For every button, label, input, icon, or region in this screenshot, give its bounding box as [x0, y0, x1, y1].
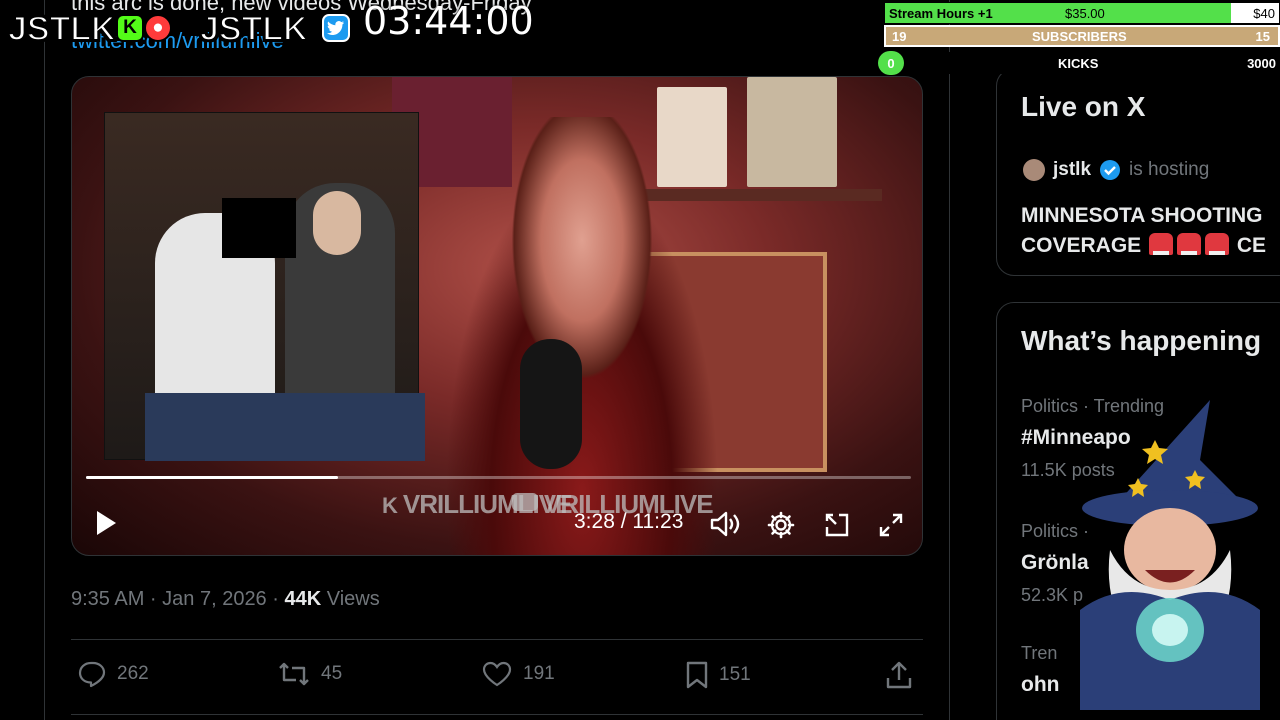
like-button[interactable]: 191 — [481, 660, 555, 688]
heart-icon — [482, 661, 512, 687]
video-time: 3:28 / 11:23 — [574, 510, 684, 533]
goal-bar-subscribers: 19 SUBSCRIBERS 15 — [884, 25, 1280, 47]
tweet-column: this arc is done, new videos Wednesday-F… — [44, 0, 950, 720]
views-label: Views — [326, 588, 380, 610]
video-player[interactable]: K VRILLIUMLIVE VRILLIUMLIVE 3:28 / 11:23 — [71, 76, 923, 556]
wizard-mascot — [1080, 400, 1260, 710]
subs-left-count: 19 — [892, 28, 907, 44]
reply-icon — [78, 661, 106, 688]
host-name[interactable]: jstlk — [1053, 159, 1091, 181]
share-button[interactable] — [885, 660, 913, 690]
play-icon[interactable] — [90, 507, 122, 539]
video-progress-fill — [86, 476, 338, 479]
inset-photo — [104, 112, 425, 461]
siren-icon — [1149, 233, 1174, 255]
kicks-target: 3000 — [1247, 55, 1276, 71]
picture-in-picture-icon[interactable] — [820, 509, 854, 541]
brand-kick-logo: JSTLK — [7, 9, 117, 49]
share-icon — [886, 661, 912, 689]
repost-icon — [279, 662, 309, 686]
host-suffix: is hosting — [1129, 159, 1210, 180]
video-progress-bar[interactable] — [86, 476, 911, 479]
host-line: jstlk is hosting — [1023, 159, 1209, 181]
repost-count: 45 — [321, 663, 343, 684]
host-avatar — [1023, 159, 1045, 181]
volume-icon[interactable] — [708, 509, 742, 539]
censor-box — [222, 198, 296, 258]
bookmark-button[interactable]: 151 — [685, 660, 751, 690]
live-card-title: Live on X — [1021, 91, 1146, 122]
goal-amount: $35.00 — [1065, 5, 1105, 21]
live-title-line1: MINNESOTA SHOOTING — [1021, 204, 1263, 227]
stream-timer: 03:44:00 — [363, 0, 534, 43]
divider — [71, 639, 923, 640]
settings-gear-icon[interactable] — [764, 509, 798, 541]
divider — [71, 714, 923, 715]
record-icon: ● — [144, 14, 172, 42]
reply-button[interactable]: 262 — [77, 660, 149, 688]
tweet-timestamp[interactable]: 9:35 AM · Jan 7, 2026 · — [71, 588, 279, 610]
subs-label: SUBSCRIBERS — [1032, 28, 1127, 44]
like-count: 191 — [523, 663, 555, 684]
tweet-meta: 9:35 AM · Jan 7, 2026 · 44K Views — [71, 588, 380, 611]
goal-label: Stream Hours +1 — [889, 5, 993, 21]
fullscreen-icon[interactable] — [874, 509, 908, 541]
inset-legs — [145, 393, 425, 461]
live-title-line2: COVERAGE CE — [1021, 231, 1266, 261]
live-on-x-card[interactable]: Live on X jstlk is hosting MINNESOTA SHO… — [996, 68, 1280, 276]
goal-bar-kicks: 0 KICKS 3000 — [878, 51, 1280, 75]
kicks-count: 0 — [878, 51, 904, 75]
goal-bar-stream-hours: Stream Hours +1 $35.00 $40 — [884, 2, 1280, 24]
microphone — [520, 339, 582, 469]
live-title-line2-text: COVERAGE — [1021, 234, 1142, 257]
bookmark-icon — [686, 661, 708, 689]
live-broadcast-title[interactable]: MINNESOTA SHOOTING COVERAGE CE — [1021, 201, 1266, 261]
reply-count: 262 — [117, 663, 149, 684]
goal-target: $40 — [1253, 5, 1275, 21]
siren-icon — [1205, 233, 1230, 255]
kicks-label: KICKS — [1058, 55, 1099, 71]
live-title-line2-suffix: CE — [1236, 234, 1267, 257]
trend-name[interactable]: ohn — [1021, 673, 1059, 697]
background-poster — [747, 77, 837, 187]
twitter-bird-icon — [322, 14, 350, 42]
whats-happening-title: What’s happening — [1021, 325, 1262, 356]
views-count: 44K — [284, 588, 322, 610]
trend-category: Tren — [1021, 643, 1058, 663]
repost-button[interactable]: 45 — [277, 660, 342, 688]
brand-twitter-logo: JSTLK_ — [199, 9, 328, 49]
verified-icon — [1100, 160, 1121, 180]
siren-icon — [1177, 233, 1202, 255]
inset-person-head — [313, 191, 361, 255]
subs-right-count: 15 — [1255, 28, 1270, 44]
bookmark-count: 151 — [719, 664, 751, 685]
kick-icon: K — [116, 14, 144, 42]
screen: this arc is done, new videos Wednesday-F… — [0, 0, 1280, 720]
